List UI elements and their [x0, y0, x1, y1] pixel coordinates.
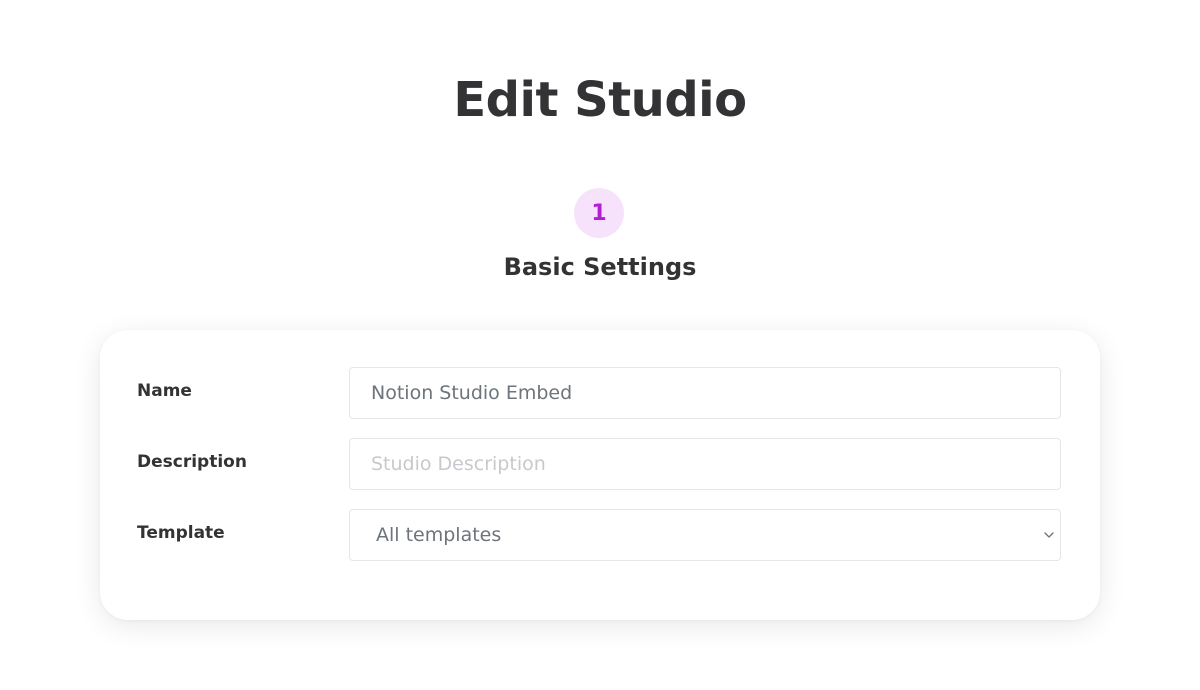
settings-card: Name Description Template All templates — [100, 330, 1100, 620]
chevron-down-icon — [1044, 532, 1054, 538]
name-row: Name — [100, 367, 1100, 419]
step-number-badge: 1 — [574, 188, 624, 238]
template-label: Template — [137, 523, 225, 543]
template-row: Template All templates — [100, 509, 1100, 561]
template-select[interactable]: All templates — [349, 509, 1061, 561]
step-title: Basic Settings — [503, 253, 697, 281]
description-input[interactable] — [349, 438, 1061, 490]
step-number: 1 — [591, 200, 607, 226]
template-select-value: All templates — [376, 524, 502, 546]
description-row: Description — [100, 438, 1100, 490]
edit-studio-page: Edit Studio 1 Basic Settings Name Descri… — [0, 0, 1200, 690]
page-title: Edit Studio — [453, 72, 747, 128]
name-label: Name — [137, 381, 192, 401]
description-label: Description — [137, 452, 247, 472]
name-input[interactable] — [349, 367, 1061, 419]
